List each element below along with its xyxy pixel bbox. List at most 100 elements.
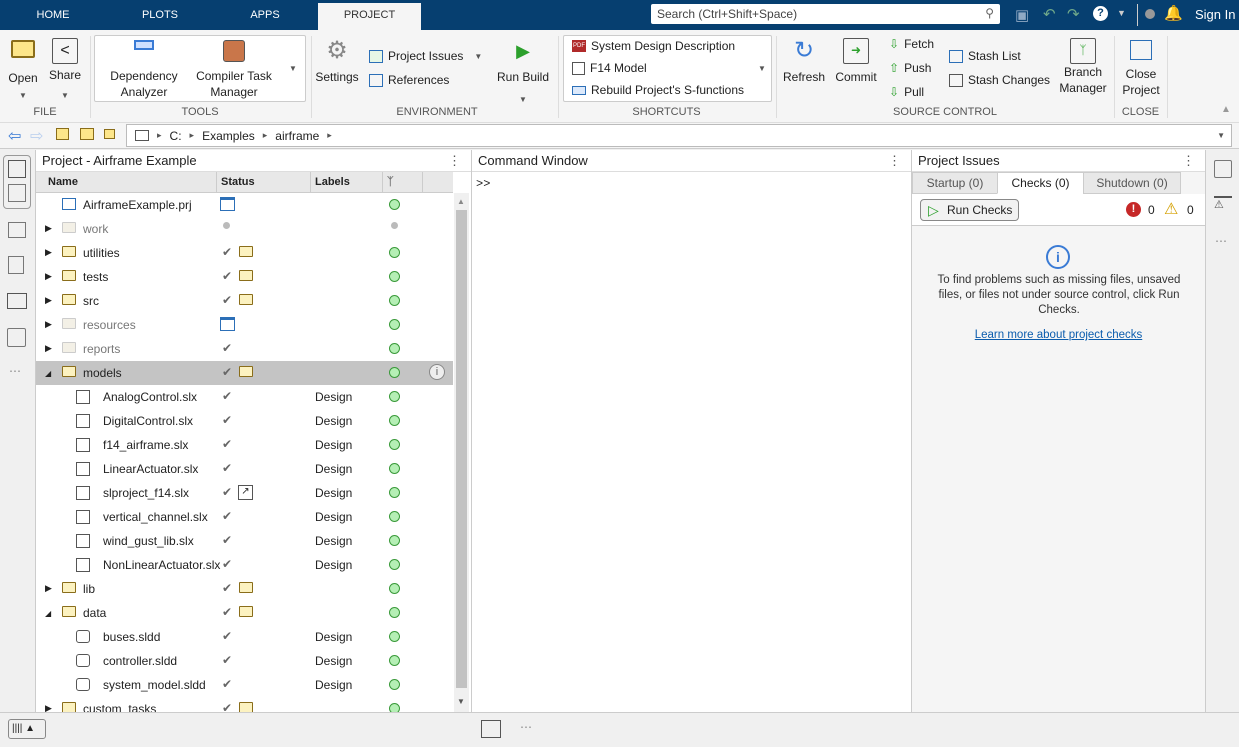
tree-row[interactable]: ◢ models ✔ i <box>36 361 453 385</box>
push-button[interactable]: ⇧ Push <box>889 61 931 75</box>
expand-icon[interactable]: ▶ <box>45 295 52 306</box>
column-labels[interactable]: Labels <box>310 172 382 193</box>
file-search-icon[interactable] <box>8 184 26 202</box>
panel-menu-icon[interactable]: ⋮ <box>1182 150 1195 172</box>
open-button[interactable]: Open ▼ <box>6 40 40 104</box>
run-build-button[interactable]: ▶ Run Build ▼ <box>495 38 551 108</box>
tree-row[interactable]: NonLinearActuator.slx ✔ Design <box>36 553 453 577</box>
run-checks-button[interactable]: ▷ Run Checks <box>920 199 1019 221</box>
panel-menu-icon[interactable]: ⋮ <box>448 150 461 172</box>
tree-row[interactable]: buses.sldd ✔ Design <box>36 625 453 649</box>
bell-icon[interactable]: 🔔 <box>1164 4 1183 22</box>
grid-icon[interactable] <box>8 160 26 178</box>
learn-more-link[interactable]: Learn more about project checks <box>912 329 1205 341</box>
info-icon[interactable]: i <box>429 364 445 380</box>
tools-expand-icon[interactable]: ▼ <box>289 64 297 73</box>
tab-home[interactable]: HOME <box>20 0 86 30</box>
up-folder-icon[interactable] <box>56 128 69 140</box>
forward-icon[interactable]: ⇨ <box>30 126 43 146</box>
collapse-icon[interactable]: ◢ <box>45 609 51 618</box>
tree-row[interactable]: ▶ work <box>36 217 453 241</box>
tree-row[interactable]: ▶ src ✔ <box>36 289 453 313</box>
share-button[interactable]: < Share ▼ <box>48 38 82 104</box>
redo-icon[interactable]: ↷ <box>1067 5 1080 23</box>
tree-row[interactable]: controller.sldd ✔ Design <box>36 649 453 673</box>
tab-project[interactable]: PROJECT <box>318 3 421 30</box>
tree-row[interactable]: DigitalControl.slx ✔ Design <box>36 409 453 433</box>
chevron-down-icon[interactable]: ▼ <box>1117 8 1126 18</box>
archive-warning-icon[interactable]: ⚠ <box>1214 196 1232 214</box>
compiler-task-manager-button[interactable]: Compiler Task Manager <box>190 40 278 100</box>
more-icon[interactable]: ⋯ <box>520 720 532 734</box>
shortcuts-expand-icon[interactable]: ▼ <box>758 64 766 73</box>
tree-row[interactable]: AnalogControl.slx ✔ Design <box>36 385 453 409</box>
stash-list-button[interactable]: Stash List <box>949 49 1021 63</box>
stash-changes-button[interactable]: Stash Changes <box>949 73 1050 87</box>
collapse-toolstrip-icon[interactable]: ▲ <box>1221 104 1231 115</box>
branch-manager-button[interactable]: ᛉ Branch Manager <box>1057 38 1109 96</box>
column-status[interactable]: Status <box>216 172 310 193</box>
undo-icon[interactable]: ↶ <box>1043 5 1056 23</box>
column-name[interactable]: Name <box>36 172 216 193</box>
collapse-icon[interactable]: ◢ <box>45 369 51 378</box>
tree-row[interactable]: vertical_channel.slx ✔ Design <box>36 505 453 529</box>
search-input[interactable]: Search (Ctrl+Shift+Space) ⚲ <box>651 4 1000 24</box>
back-icon[interactable]: ⇦ <box>8 126 21 146</box>
tree-row[interactable]: ▶ tests ✔ <box>36 265 453 289</box>
path-breadcrumb[interactable]: ▸ C: ▸ Examples ▸ airframe ▸ ▼ <box>126 124 1232 147</box>
help-icon[interactable]: ? <box>1093 6 1108 21</box>
column-source-control[interactable]: ᛉ <box>382 172 422 193</box>
checklist-icon[interactable] <box>1214 160 1232 178</box>
scrollbar-thumb[interactable] <box>456 210 467 688</box>
expand-icon[interactable]: ▶ <box>45 223 52 234</box>
tree-row[interactable]: AirframeExample.prj <box>36 193 453 217</box>
refresh-button[interactable]: ↻ Refresh <box>781 38 827 90</box>
tree-row[interactable]: ▶ utilities ✔ <box>36 241 453 265</box>
panel-menu-icon[interactable]: ⋮ <box>888 150 901 172</box>
breadcrumb-item[interactable]: Examples <box>202 129 255 143</box>
tree-row[interactable]: slproject_f14.slx ✔ ↗ Design <box>36 481 453 505</box>
branch-icon[interactable] <box>7 328 26 347</box>
expand-icon[interactable]: ▶ <box>45 583 52 594</box>
path-dropdown-icon[interactable]: ▼ <box>1217 131 1225 140</box>
expand-icon[interactable]: ▶ <box>45 271 52 282</box>
save-icon[interactable]: ▣ <box>1015 6 1029 24</box>
expand-icon[interactable]: ▶ <box>45 343 52 354</box>
references-button[interactable]: References <box>369 73 449 87</box>
cloud-folder-icon[interactable] <box>104 129 115 139</box>
shortcut-item[interactable]: PDF System Design Description <box>572 39 735 53</box>
close-project-button[interactable]: Close Project <box>1118 38 1164 98</box>
command-window[interactable]: Command Window ⋮ >> <box>471 150 911 712</box>
shortcut-item[interactable]: Rebuild Project's S-functions <box>572 83 744 97</box>
tab-plots[interactable]: PLOTS <box>125 0 195 30</box>
expand-icon[interactable]: ▶ <box>45 319 52 330</box>
status-icon[interactable] <box>1145 9 1155 19</box>
fetch-button[interactable]: ⇩ Fetch <box>889 37 934 51</box>
more-icon[interactable]: ⋯ <box>1215 234 1227 248</box>
tree-row[interactable]: f14_airframe.slx ✔ Design <box>36 433 453 457</box>
tree-row[interactable]: LinearActuator.slx ✔ Design <box>36 457 453 481</box>
dependency-analyzer-button[interactable]: Dependency Analyzer <box>100 40 188 100</box>
command-prompt[interactable]: >> <box>472 172 911 196</box>
tree-row[interactable]: ◢ data ✔ <box>36 601 453 625</box>
tab-checks[interactable]: Checks (0) <box>997 172 1084 194</box>
breadcrumb-item[interactable]: airframe <box>275 129 319 143</box>
tree-row[interactable]: ▶ lib ✔ <box>36 577 453 601</box>
settings-button[interactable]: ⚙ Settings <box>314 38 360 90</box>
more-icon[interactable]: ⋯ <box>9 364 21 378</box>
expand-icon[interactable]: ▶ <box>45 247 52 258</box>
documents-icon[interactable] <box>8 256 24 274</box>
browse-folder-icon[interactable] <box>80 128 94 140</box>
tab-startup[interactable]: Startup (0) <box>912 172 998 194</box>
tree-row[interactable]: wind_gust_lib.slx ✔ Design <box>36 529 453 553</box>
tree-row[interactable]: ▶ reports ✔ <box>36 337 453 361</box>
project-issues-button[interactable]: Project Issues ▼ <box>369 49 482 63</box>
shortcut-item[interactable]: F14 Model <box>572 61 647 75</box>
tab-shutdown[interactable]: Shutdown (0) <box>1083 172 1181 194</box>
sign-in-link[interactable]: Sign In <box>1195 7 1235 22</box>
command-window-icon[interactable] <box>481 720 501 738</box>
commit-button[interactable]: ➜ Commit <box>833 38 879 90</box>
pull-button[interactable]: ⇩ Pull <box>889 85 924 99</box>
command-history-icon[interactable] <box>8 222 26 238</box>
tree-scrollbar[interactable]: ▲ ▼ <box>454 193 469 712</box>
